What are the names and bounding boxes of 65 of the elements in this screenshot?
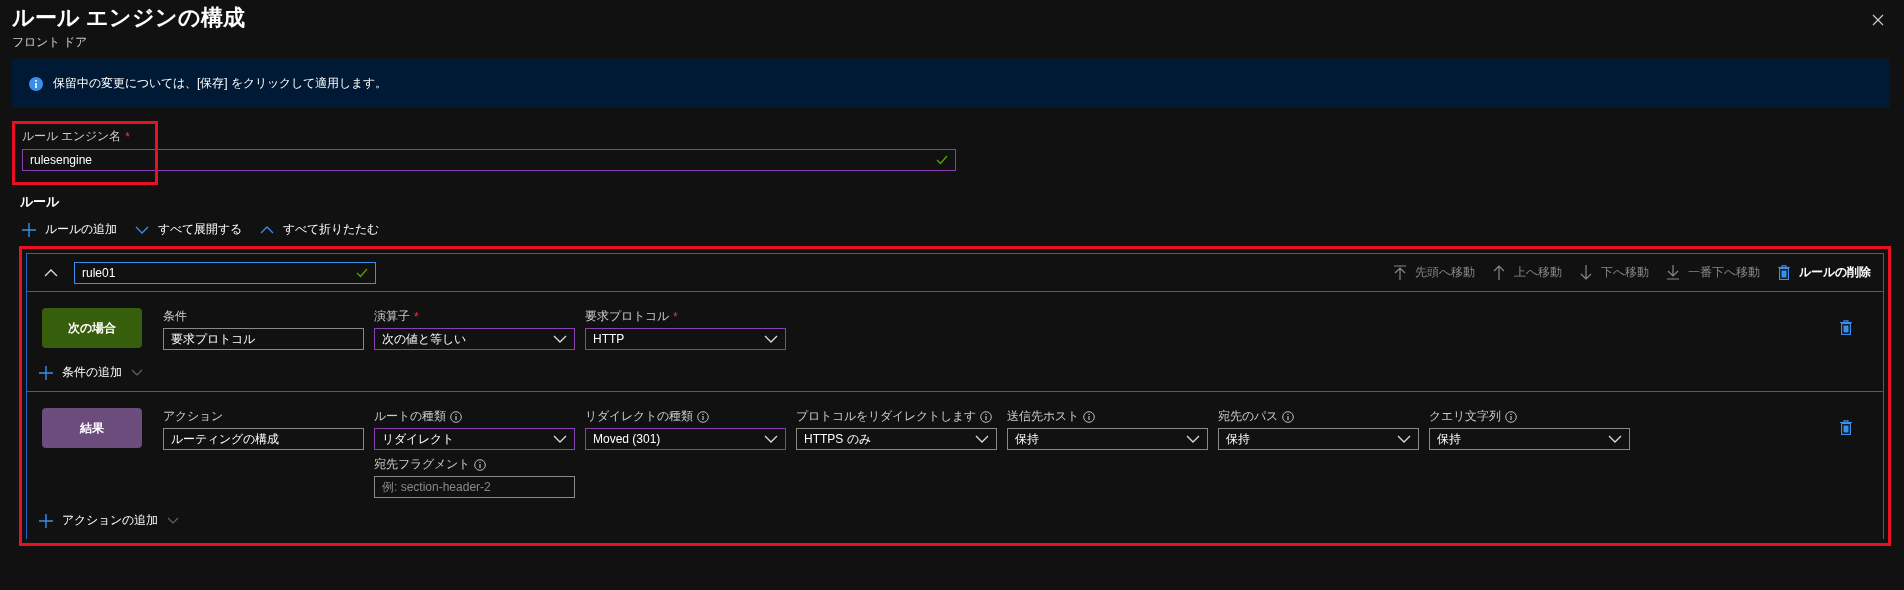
text-field[interactable]: ルーティングの構成 <box>163 428 364 450</box>
chevron-up-icon <box>260 225 274 234</box>
caret-icon <box>167 517 179 524</box>
chevron-down-icon <box>764 435 778 443</box>
chevron-down-icon <box>1397 435 1411 443</box>
dropdown[interactable]: 次の値と等しい <box>374 328 575 350</box>
engine-name-field[interactable]: rulesengine <box>22 149 956 171</box>
chevron-down-icon <box>1186 435 1200 443</box>
add-button[interactable]: アクションの追加 <box>39 512 179 529</box>
panel-title: ルール エンジンの構成 <box>12 4 246 32</box>
dropdown[interactable]: Moved (301) <box>585 428 786 450</box>
arrow-down-icon <box>1580 265 1592 280</box>
rule-name-field[interactable]: rule01 <box>74 261 376 284</box>
field-label: プロトコルをリダイレクトします <box>796 408 976 425</box>
arrow-top-icon <box>1394 265 1406 280</box>
chevron-down-icon <box>975 435 989 443</box>
plus-icon <box>22 222 36 237</box>
banner-text: 保留中の変更については、[保存] をクリックして適用します。 <box>53 75 387 92</box>
add-button[interactable]: 条件の追加 <box>39 364 143 381</box>
required-mark: * <box>125 129 130 144</box>
arrow-up-icon <box>1493 265 1505 280</box>
dropdown[interactable]: 保持 <box>1429 428 1630 450</box>
plus-icon <box>39 513 53 528</box>
field-label: アクション <box>163 408 223 425</box>
trash-icon <box>1778 265 1790 280</box>
dropdown[interactable]: 保持 <box>1218 428 1419 450</box>
dropdown[interactable]: HTTPS のみ <box>796 428 997 450</box>
chevron-up-icon[interactable] <box>44 268 58 277</box>
plus-icon <box>39 365 53 380</box>
field-label: 条件 <box>163 308 187 325</box>
chevron-down-icon <box>553 335 567 343</box>
toolbar-button[interactable]: すべて展開する <box>135 221 242 238</box>
dropdown[interactable]: 保持 <box>1007 428 1208 450</box>
field-label: 宛先のパス <box>1218 408 1278 425</box>
caret-icon <box>131 369 143 376</box>
chevron-down-icon <box>1608 435 1622 443</box>
condition-badge: 次の場合 <box>42 308 142 348</box>
trash-icon[interactable] <box>1840 420 1852 435</box>
field-label: 要求プロトコル <box>585 308 669 325</box>
required-mark: * <box>673 309 678 324</box>
close-icon[interactable] <box>1872 14 1884 26</box>
arrow-bottom-icon <box>1667 265 1679 280</box>
dropdown[interactable]: リダイレクト <box>374 428 575 450</box>
text-field[interactable]: 要求プロトコル <box>163 328 364 350</box>
section-heading: ルール <box>19 193 60 211</box>
field-label: ルートの種類 <box>374 408 446 425</box>
required-mark: * <box>414 309 419 324</box>
toolbar-button[interactable]: ルールの追加 <box>22 221 117 238</box>
chevron-down-icon <box>553 435 567 443</box>
delete-rule-button[interactable]: ルールの削除 <box>1778 264 1871 281</box>
dropdown[interactable]: HTTP <box>585 328 786 350</box>
field-label: リダイレクトの種類 <box>585 408 693 425</box>
chevron-down-icon <box>135 225 149 234</box>
field-label: 送信先ホスト <box>1007 408 1079 425</box>
field-label: 演算子 <box>374 308 410 325</box>
field-label: クエリ文字列 <box>1429 408 1501 425</box>
info-icon <box>29 76 43 91</box>
field-label: ルール エンジン名 <box>22 128 122 145</box>
toolbar-button[interactable]: すべて折りたたむ <box>260 221 379 238</box>
text-field[interactable]: 例: section-header-2 <box>374 476 575 498</box>
panel-subtitle: フロント ドア <box>12 34 89 51</box>
action-badge: 結果 <box>42 408 142 448</box>
chevron-down-icon <box>764 335 778 343</box>
trash-icon[interactable] <box>1840 320 1852 335</box>
field-label: 宛先フラグメント <box>374 456 470 473</box>
